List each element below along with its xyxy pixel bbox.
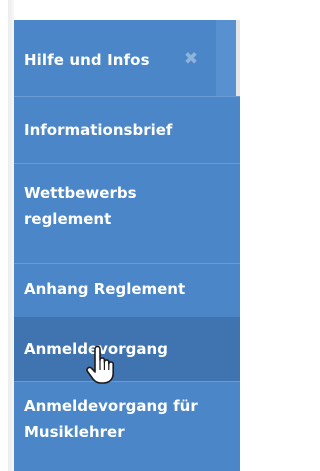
menu-header: Hilfe und Infos ✖ [14, 20, 240, 96]
menu-title: Hilfe und Infos [24, 51, 150, 69]
menu-item-informationsbrief[interactable]: Informationsbrief [14, 97, 240, 163]
menu-item-label: Anmeldevorgang [24, 340, 168, 358]
menu-item-label: Anhang Reglement [24, 280, 186, 298]
menu-item-label: Wettbewerbs reglement [24, 184, 137, 228]
menu-item-anmeldevorgang-musiklehrer[interactable]: Anmeldevorgang für Musiklehrer [14, 382, 240, 471]
close-icon[interactable]: ✖ [181, 49, 201, 69]
menu-item-label: Anmeldevorgang für Musiklehrer [24, 397, 198, 441]
menu-item-anmeldevorgang[interactable]: Anmeldevorgang [14, 317, 240, 381]
menu-item-wettbewerbsreglement[interactable]: Wettbewerbs reglement [14, 164, 240, 263]
header-scroll-strip [216, 20, 240, 96]
menu-item-label: Informationsbrief [24, 121, 173, 139]
menu-item-anhang-reglement[interactable]: Anhang Reglement [14, 264, 240, 320]
page: Hilfe und Infos ✖ Informationsbrief Wett… [0, 0, 249, 471]
help-menu-panel: Hilfe und Infos ✖ Informationsbrief Wett… [14, 20, 240, 471]
